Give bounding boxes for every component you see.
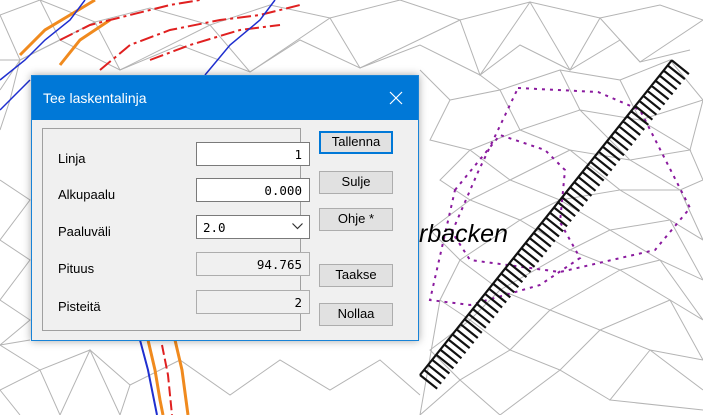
help-button[interactable]: Ohje * xyxy=(319,208,393,231)
back-button[interactable]: Taakse xyxy=(319,264,393,287)
reset-button[interactable]: Nollaa xyxy=(319,303,393,326)
alkupaalu-label: Alkupaalu xyxy=(58,187,116,202)
area-outline xyxy=(428,86,692,307)
linja-label: Linja xyxy=(58,151,86,166)
save-button[interactable]: Tallenna xyxy=(319,131,393,154)
pituus-value: 94.765 xyxy=(196,252,310,276)
close-button[interactable] xyxy=(374,76,418,120)
chevron-down-icon xyxy=(292,223,303,230)
map-place-label: rbacken xyxy=(419,220,508,248)
dialog-titlebar[interactable]: Tee laskentalinja xyxy=(32,76,418,120)
paaluvali-select[interactable]: 2.0 xyxy=(196,215,310,239)
close-dialog-button[interactable]: Sulje xyxy=(319,171,393,194)
linja-input[interactable]: 1 xyxy=(196,142,310,166)
dialog-window: Tee laskentalinja Linja 1 Alkupaalu 0.00… xyxy=(31,75,419,341)
fields-group: Linja 1 Alkupaalu 0.000 Paaluväli 2.0 Pi… xyxy=(42,128,310,331)
pituus-label: Pituus xyxy=(58,261,95,276)
alkupaalu-input[interactable]: 0.000 xyxy=(196,178,310,202)
close-icon xyxy=(389,91,403,105)
dialog-title: Tee laskentalinja xyxy=(43,90,147,106)
pisteita-value: 2 xyxy=(196,290,310,314)
pisteita-label: Pisteitä xyxy=(58,299,101,314)
paaluvali-value: 2.0 xyxy=(203,220,226,235)
paaluvali-label: Paaluväli xyxy=(58,224,111,239)
